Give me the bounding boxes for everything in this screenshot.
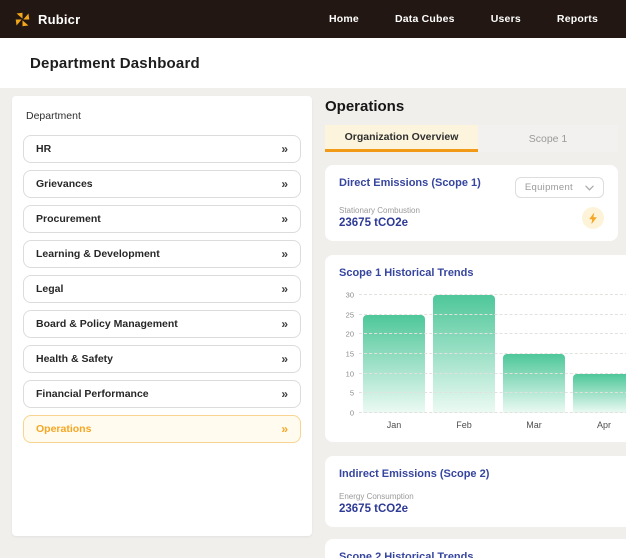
brand-logo[interactable]: Rubicr [14,11,80,28]
sidebar-item-label: Grievances [36,178,93,190]
y-tick-label: 25 [346,310,354,319]
top-navbar: Rubicr Home Data Cubes Users Reports [0,0,626,38]
scope2-trends-card: Scope 2 Historical Trends [325,539,626,558]
content-area: Department HR»Grievances»Procurement»Lea… [0,88,626,558]
chart-gridline [359,353,626,354]
sidebar-item-label: Legal [36,283,63,295]
y-tick-label: 15 [346,350,354,359]
sidebar-item-label: Learning & Development [36,248,160,260]
department-sidebar: Department HR»Grievances»Procurement»Lea… [12,96,312,536]
double-chevron-icon: » [281,352,288,366]
sidebar-item-label: Board & Policy Management [36,318,178,330]
scope2-trends-title: Scope 2 Historical Trends [339,551,626,558]
tab-scope-1[interactable]: Scope 1 [478,125,618,152]
double-chevron-icon: » [281,247,288,261]
bar-jan [363,315,425,413]
direct-metric-label: Stationary Combustion [339,206,420,215]
indirect-metric-label: Energy Consumption [339,492,626,501]
nav-links: Home Data Cubes Users Reports [329,13,598,25]
equipment-dropdown-value: Equipment [525,182,573,193]
sidebar-item-list: HR»Grievances»Procurement»Learning & Dev… [23,135,301,443]
double-chevron-icon: » [281,422,288,436]
y-tick-label: 0 [350,409,354,418]
sidebar-item-operations[interactable]: Operations » [23,415,301,443]
sidebar-item-health-safety[interactable]: Health & Safety » [23,345,301,373]
double-chevron-icon: » [281,177,288,191]
y-tick-label: 30 [346,291,354,300]
sidebar-item-board-policy-management[interactable]: Board & Policy Management » [23,310,301,338]
indirect-metric-value: 23675 tCO2e [339,503,626,515]
x-tick-label-feb: Feb [429,420,499,430]
nav-link-home[interactable]: Home [329,13,359,25]
nav-link-users[interactable]: Users [491,13,521,25]
chart-gridline [359,294,626,295]
page-title: Department Dashboard [30,55,200,72]
double-chevron-icon: » [281,142,288,156]
chevron-down-icon [585,185,594,191]
sidebar-item-legal[interactable]: Legal » [23,275,301,303]
pinwheel-logo-icon [14,11,31,28]
y-tick-label: 10 [346,369,354,378]
direct-emissions-card: Direct Emissions (Scope 1) Equipment Sta… [325,165,618,241]
scope1-bar-chart: 051015202530 [339,295,626,413]
double-chevron-icon: » [281,387,288,401]
double-chevron-icon: » [281,212,288,226]
indirect-emissions-card: Indirect Emissions (Scope 2) Energy Cons… [325,456,626,527]
brand-name: Rubicr [38,12,80,27]
sidebar-item-financial-performance[interactable]: Financial Performance » [23,380,301,408]
sidebar-item-learning-development[interactable]: Learning & Development » [23,240,301,268]
chart-x-axis: JanFebMarApr [359,413,626,430]
direct-emissions-title: Direct Emissions (Scope 1) [339,177,481,189]
indirect-emissions-title: Indirect Emissions (Scope 2) [339,468,626,480]
equipment-dropdown[interactable]: Equipment [515,177,604,198]
scope1-trends-title: Scope 1 Historical Trends [339,267,626,279]
sidebar-item-hr[interactable]: HR » [23,135,301,163]
double-chevron-icon: » [281,282,288,296]
chart-gridline [359,373,626,374]
y-tick-label: 5 [350,389,354,398]
double-chevron-icon: » [281,317,288,331]
sidebar-item-label: HR [36,143,51,155]
chart-gridline [359,412,626,413]
sidebar-item-procurement[interactable]: Procurement » [23,205,301,233]
nav-link-data-cubes[interactable]: Data Cubes [395,13,455,25]
lightning-bolt-icon [582,207,604,229]
sidebar-item-label: Health & Safety [36,353,113,365]
direct-metric-value: 23675 tCO2e [339,217,420,229]
chart-plot-area [359,295,626,413]
x-tick-label-mar: Mar [499,420,569,430]
y-tick-label: 20 [346,330,354,339]
x-tick-label-jan: Jan [359,420,429,430]
sidebar-item-label: Financial Performance [36,388,149,400]
x-tick-label-apr: Apr [569,420,626,430]
tab-bar: Organization OverviewScope 1 [325,125,618,152]
sidebar-item-grievances[interactable]: Grievances » [23,170,301,198]
bar-mar [503,354,565,413]
tab-organization-overview[interactable]: Organization Overview [325,125,478,152]
scope1-trends-card: Scope 1 Historical Trends 0 5 10 15 20 25 30 J… [325,255,626,442]
sidebar-item-label: Operations [36,423,91,435]
chart-y-axis: 051015202530 [339,295,359,413]
chart-gridline [359,314,626,315]
operations-heading: Operations [325,98,626,115]
chart-gridline [359,333,626,334]
operations-panel: Operations Organization Overview Scope 1 … [325,96,626,558]
chart-gridline [359,392,626,393]
nav-link-reports[interactable]: Reports [557,13,598,25]
sidebar-item-label: Procurement [36,213,101,225]
sidebar-label: Department [26,110,301,122]
page-header: Department Dashboard [0,38,626,88]
